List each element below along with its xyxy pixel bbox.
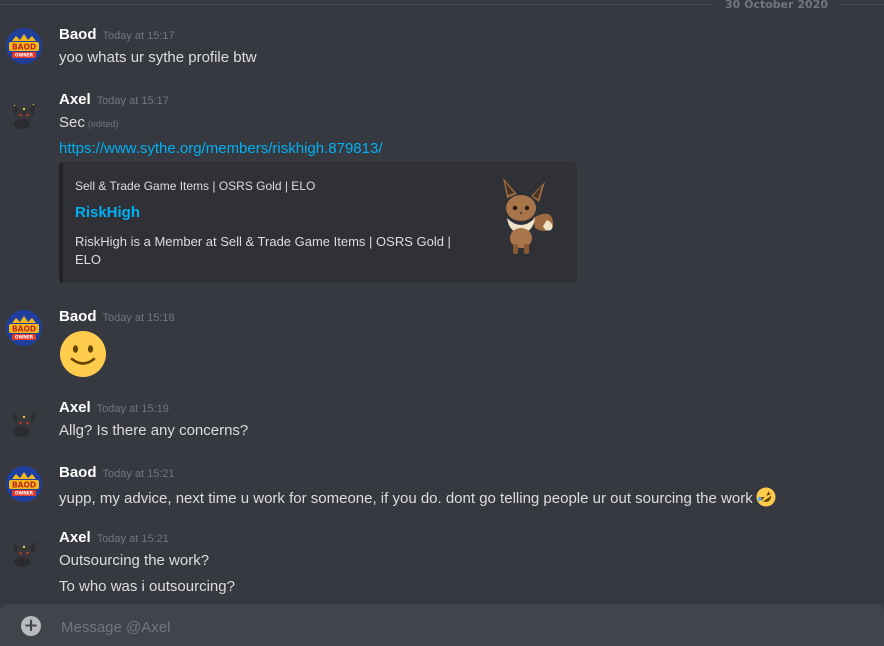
message-text: Outsourcing the work?	[59, 552, 210, 569]
embed-thumbnail[interactable]	[487, 176, 559, 258]
username[interactable]: Baod	[59, 464, 97, 481]
avatar[interactable]	[6, 402, 42, 438]
username[interactable]: Axel	[59, 91, 91, 108]
timestamp[interactable]: Today at 15:21	[97, 533, 169, 545]
umbreon-icon	[6, 532, 42, 568]
avatar[interactable]: BAOD OWNER	[6, 310, 42, 346]
avatar[interactable]	[6, 532, 42, 568]
message-header: Axel Today at 15:19	[59, 399, 169, 417]
username[interactable]: Baod	[59, 26, 97, 43]
plus-circle-icon[interactable]: +	[21, 616, 41, 636]
message-header: Baod Today at 15:17	[59, 26, 175, 44]
badge-text-top: BAOD	[12, 43, 36, 52]
timestamp[interactable]: Today at 15:17	[103, 30, 175, 42]
umbreon-icon	[6, 94, 42, 130]
timestamp[interactable]: Today at 15:18	[103, 312, 175, 324]
embed-provider[interactable]: Sell & Trade Game Items | OSRS Gold | EL…	[75, 179, 315, 193]
rolling-on-floor-laughing-emoji[interactable]	[756, 487, 776, 507]
link-embed: Sell & Trade Game Items | OSRS Gold | EL…	[59, 162, 577, 283]
eevee-icon	[503, 178, 554, 254]
badge-text-bottom: OWNER	[15, 491, 34, 497]
username[interactable]: Axel	[59, 399, 91, 416]
message-header: Axel Today at 15:17	[59, 91, 169, 109]
message-text: To who was i outsourcing?	[59, 578, 235, 595]
badge-text-bottom: OWNER	[15, 335, 34, 341]
slightly-smiling-face-emoji[interactable]	[59, 330, 107, 378]
timestamp[interactable]: Today at 15:21	[103, 468, 175, 480]
message-text: yoo whats ur sythe profile btw	[59, 49, 257, 66]
badge-text-top: BAOD	[12, 325, 36, 334]
message-text: Sec	[59, 114, 85, 131]
embed-description: RiskHigh is a Member at Sell & Trade Gam…	[75, 234, 451, 267]
embed-title[interactable]: RiskHigh	[75, 204, 140, 221]
avatar[interactable]: BAOD OWNER	[6, 28, 42, 64]
message-header: Baod Today at 15:21	[59, 464, 175, 482]
timestamp[interactable]: Today at 15:17	[97, 95, 169, 107]
message-text-row: Sec (edited)	[59, 114, 118, 131]
timestamp[interactable]: Today at 15:19	[97, 403, 169, 415]
divider-date: 30 October 2020	[714, 0, 838, 11]
message-text: Allg? Is there any concerns?	[59, 422, 249, 439]
message-input[interactable]	[59, 612, 843, 642]
avatar[interactable]	[6, 94, 42, 130]
message-text-row: yupp, my advice, next time u work for so…	[59, 487, 776, 507]
message-composer: +	[0, 604, 884, 646]
rolling-on-floor-laughing-icon	[756, 487, 776, 507]
baod-owner-badge-icon: BAOD OWNER	[6, 28, 42, 64]
badge-text-bottom: OWNER	[15, 53, 34, 59]
date-divider: 30 October 2020	[0, 0, 884, 11]
avatar[interactable]: BAOD OWNER	[6, 466, 42, 502]
message-link[interactable]: https://www.sythe.org/members/riskhigh.8…	[59, 140, 382, 157]
username[interactable]: Axel	[59, 529, 91, 546]
message-header: Axel Today at 15:21	[59, 529, 169, 547]
message-header: Baod Today at 15:18	[59, 308, 175, 326]
baod-owner-badge-icon: BAOD OWNER	[6, 466, 42, 502]
username[interactable]: Baod	[59, 308, 97, 325]
slightly-smiling-face-icon	[60, 331, 106, 377]
edited-label: (edited)	[87, 119, 119, 129]
baod-owner-badge-icon: BAOD OWNER	[6, 310, 42, 346]
umbreon-icon	[6, 402, 42, 438]
badge-text-top: BAOD	[12, 481, 36, 490]
message-text: yupp, my advice, next time u work for so…	[59, 490, 753, 507]
